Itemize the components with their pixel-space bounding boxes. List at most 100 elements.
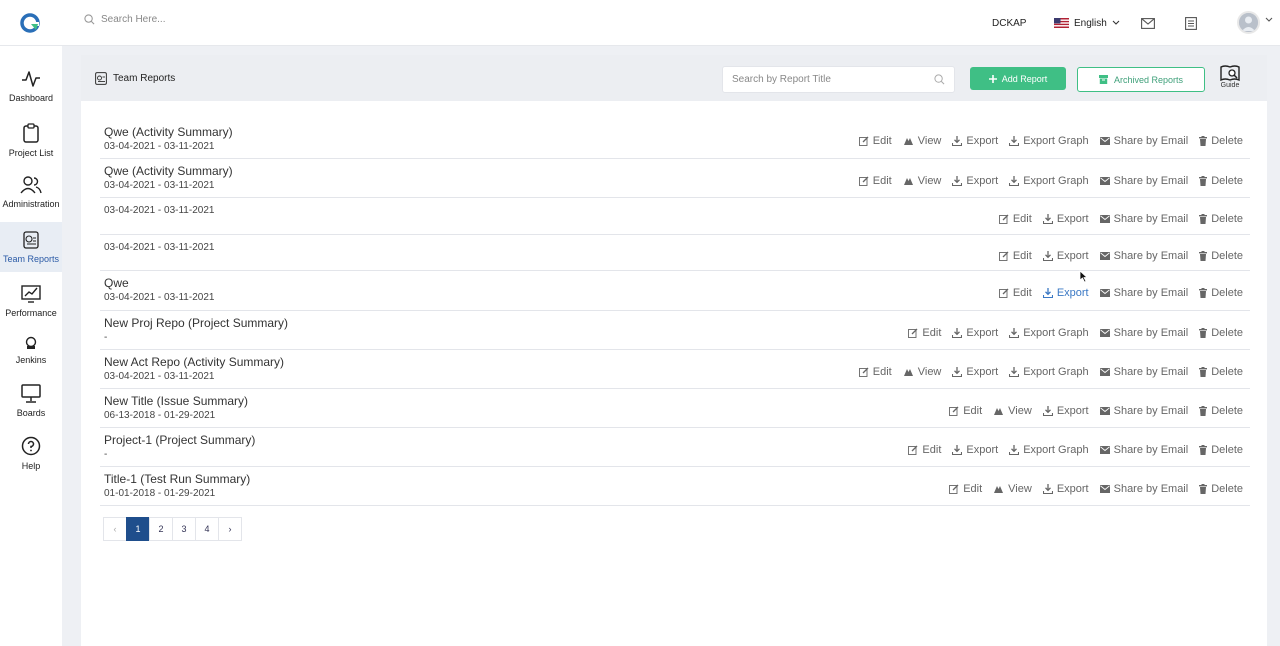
- export-button[interactable]: Export: [952, 444, 998, 456]
- export-button[interactable]: Export: [1042, 287, 1089, 299]
- add-report-button[interactable]: Add Report: [970, 67, 1066, 90]
- edit-button[interactable]: Edit: [858, 135, 892, 147]
- view-button[interactable]: View: [993, 405, 1032, 417]
- envelope-icon: [1099, 485, 1110, 493]
- delete-button[interactable]: Delete: [1199, 444, 1243, 456]
- share-email-button[interactable]: Share by Email: [1099, 213, 1188, 225]
- report-title[interactable]: New Act Repo (Activity Summary): [104, 355, 284, 369]
- report-title[interactable]: New Title (Issue Summary): [104, 394, 248, 408]
- view-button[interactable]: View: [903, 135, 941, 147]
- delete-button[interactable]: Delete: [1199, 366, 1243, 378]
- global-search-input[interactable]: Search Here...: [101, 14, 165, 25]
- pagination-page[interactable]: 4: [195, 517, 219, 541]
- report-search-input[interactable]: Search by Report Title: [732, 74, 831, 85]
- report-title[interactable]: Qwe (Activity Summary): [104, 164, 233, 178]
- export-graph-button[interactable]: Export Graph: [1009, 135, 1089, 147]
- export-button[interactable]: Export: [1042, 405, 1089, 417]
- share-email-button[interactable]: Share by Email: [1099, 366, 1188, 378]
- export-button[interactable]: Export: [1042, 213, 1089, 225]
- export-button[interactable]: Export: [952, 366, 998, 378]
- notes-button[interactable]: [1185, 0, 1197, 46]
- page-title-text: Team Reports: [113, 73, 176, 84]
- language-selector[interactable]: English: [1054, 0, 1120, 46]
- sidebar-item-performance[interactable]: Performance: [0, 283, 62, 335]
- share-email-button[interactable]: Share by Email: [1099, 327, 1188, 339]
- delete-button[interactable]: Delete: [1199, 213, 1243, 225]
- action-label: Edit: [922, 444, 942, 456]
- pagination-next[interactable]: ›: [218, 517, 242, 541]
- edit-button[interactable]: Edit: [998, 250, 1032, 262]
- row-actions: Edit Export Share by Email Delete: [998, 287, 1243, 299]
- edit-button[interactable]: Edit: [998, 287, 1032, 299]
- export-button[interactable]: Export: [1042, 483, 1089, 495]
- report-title[interactable]: Qwe (Activity Summary): [104, 125, 233, 139]
- archived-reports-button[interactable]: Archived Reports: [1077, 67, 1205, 92]
- delete-button[interactable]: Delete: [1199, 483, 1243, 495]
- edit-button[interactable]: Edit: [908, 327, 941, 339]
- delete-button[interactable]: Delete: [1199, 175, 1243, 187]
- report-title[interactable]: Project-1 (Project Summary): [104, 433, 255, 447]
- edit-button[interactable]: Edit: [949, 405, 982, 417]
- share-email-button[interactable]: Share by Email: [1099, 135, 1188, 147]
- action-label: View: [1008, 483, 1032, 495]
- download-icon: [1009, 328, 1020, 338]
- action-label: Delete: [1211, 175, 1243, 187]
- sidebar-item-label: Jenkins: [15, 355, 47, 365]
- export-button[interactable]: Export: [952, 135, 998, 147]
- sidebar-item-team-reports[interactable]: Team Reports: [0, 222, 62, 272]
- view-button[interactable]: View: [993, 483, 1032, 495]
- share-email-button[interactable]: Share by Email: [1099, 405, 1188, 417]
- sidebar-item-boards[interactable]: Boards: [0, 383, 62, 435]
- pagination-page[interactable]: 3: [172, 517, 196, 541]
- view-button[interactable]: View: [903, 175, 941, 187]
- pagination-page[interactable]: 2: [149, 517, 173, 541]
- user-avatar[interactable]: [1237, 11, 1260, 34]
- delete-button[interactable]: Delete: [1199, 135, 1243, 147]
- envelope-icon: [1099, 289, 1110, 297]
- edit-button[interactable]: Edit: [998, 213, 1032, 225]
- pagination-prev[interactable]: ‹: [103, 517, 127, 541]
- user-menu-chevron-icon[interactable]: [1265, 17, 1273, 23]
- edit-button[interactable]: Edit: [858, 175, 892, 187]
- export-button[interactable]: Export: [952, 327, 998, 339]
- pagination-page[interactable]: 1: [126, 517, 150, 541]
- edit-button[interactable]: Edit: [858, 366, 892, 378]
- delete-button[interactable]: Delete: [1199, 327, 1243, 339]
- edit-button[interactable]: Edit: [949, 483, 982, 495]
- sidebar-item-jenkins[interactable]: Jenkins: [0, 336, 62, 388]
- export-button[interactable]: Export: [1042, 250, 1089, 262]
- export-graph-button[interactable]: Export Graph: [1009, 175, 1089, 187]
- share-email-button[interactable]: Share by Email: [1099, 175, 1188, 187]
- export-graph-button[interactable]: Export Graph: [1009, 444, 1089, 456]
- org-name[interactable]: DCKAP: [992, 0, 1026, 46]
- sidebar-item-administration[interactable]: Administration: [0, 176, 62, 228]
- action-label: Export: [966, 175, 999, 187]
- app-logo-icon[interactable]: [20, 13, 40, 33]
- download-icon: [952, 176, 963, 186]
- share-email-button[interactable]: Share by Email: [1099, 444, 1188, 456]
- edit-button[interactable]: Edit: [908, 444, 941, 456]
- share-email-button[interactable]: Share by Email: [1099, 250, 1188, 262]
- sidebar-item-dashboard[interactable]: Dashboard: [0, 70, 62, 122]
- delete-button[interactable]: Delete: [1199, 287, 1243, 299]
- delete-button[interactable]: Delete: [1199, 405, 1243, 417]
- export-graph-button[interactable]: Export Graph: [1009, 327, 1089, 339]
- report-title[interactable]: New Proj Repo (Project Summary): [104, 316, 288, 330]
- report-title[interactable]: Title-1 (Test Run Summary): [104, 472, 250, 486]
- mail-button[interactable]: [1141, 0, 1155, 46]
- sidebar: Dashboard Project List Administration Te…: [0, 46, 62, 646]
- sidebar-item-help[interactable]: Help: [0, 436, 62, 488]
- export-button[interactable]: Export: [952, 175, 998, 187]
- search-icon[interactable]: [934, 74, 945, 85]
- guide-button[interactable]: Guide: [1219, 65, 1241, 89]
- sidebar-item-project-list[interactable]: Project List: [0, 123, 62, 175]
- view-button[interactable]: View: [903, 366, 941, 378]
- share-email-button[interactable]: Share by Email: [1099, 483, 1188, 495]
- report-title[interactable]: Qwe: [104, 276, 129, 290]
- share-email-button[interactable]: Share by Email: [1099, 287, 1188, 299]
- export-graph-button[interactable]: Export Graph: [1009, 366, 1089, 378]
- delete-button[interactable]: Delete: [1199, 250, 1243, 262]
- global-search[interactable]: Search Here...: [84, 14, 165, 25]
- envelope-icon: [1099, 177, 1110, 185]
- report-search[interactable]: Search by Report Title: [722, 66, 955, 93]
